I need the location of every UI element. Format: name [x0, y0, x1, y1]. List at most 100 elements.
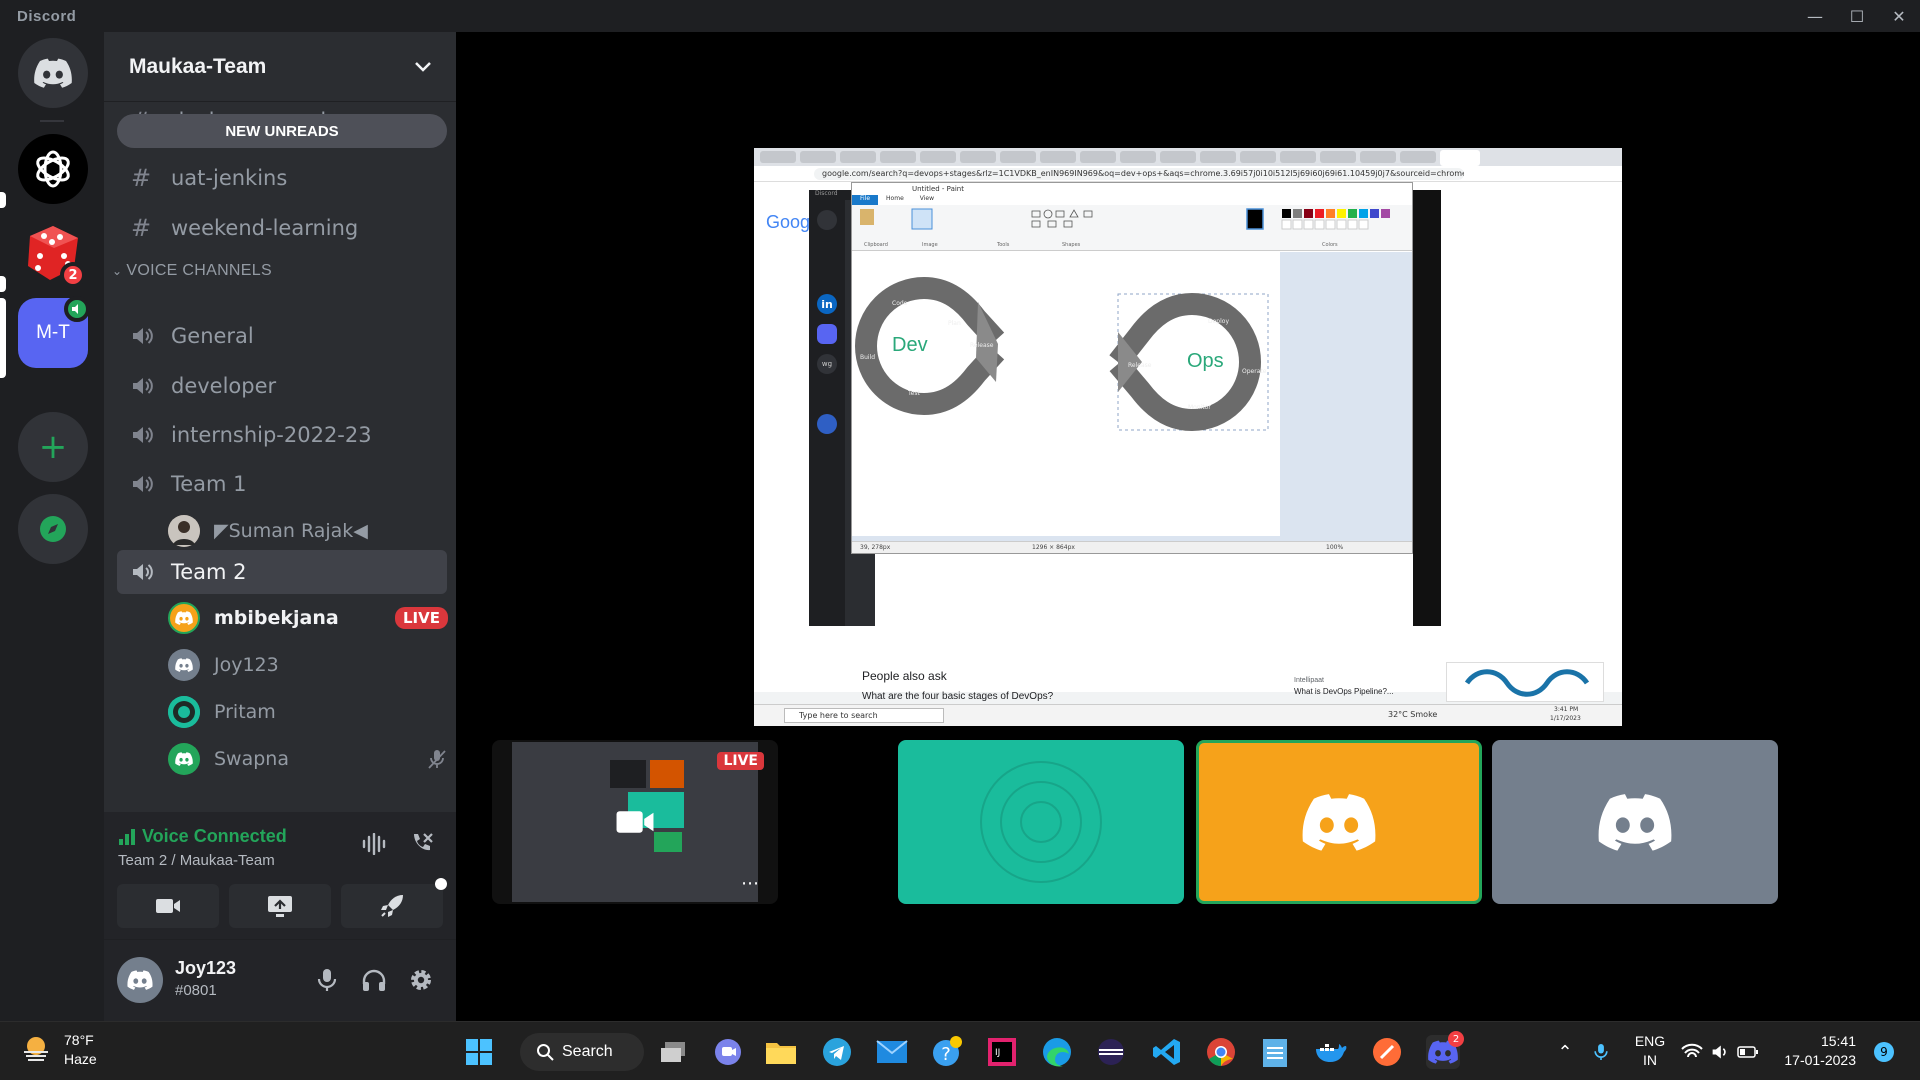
- add-server-button[interactable]: +: [18, 412, 88, 482]
- tile-joy123[interactable]: [1492, 740, 1778, 904]
- notepad-button[interactable]: [1258, 1035, 1292, 1069]
- nested-date: 1/17/2023: [1550, 715, 1581, 722]
- voice-user-suman[interactable]: ◤Suman Rajak◀: [168, 511, 448, 551]
- paint-window: Untitled - Paint File Home View Clipboar…: [851, 182, 1413, 554]
- ribbon-group-clipboard: Clipboard: [864, 242, 888, 248]
- nested-taskbar: Type here to search 32°C Smoke 3:41 PM 1…: [754, 704, 1622, 726]
- chrome-button[interactable]: [1204, 1035, 1238, 1069]
- hash-icon: #: [131, 164, 152, 192]
- speaker-icon: [131, 375, 155, 397]
- screen-share-button[interactable]: [229, 884, 331, 928]
- close-icon[interactable]: ✕: [1878, 0, 1920, 32]
- guild-maukaa-team[interactable]: M-T: [18, 296, 90, 368]
- stream-stage: google.com/search?q=devops+stages&rlz=1C…: [456, 32, 1920, 1021]
- avatar[interactable]: [117, 957, 163, 1003]
- browser-tabstrip: [754, 148, 1622, 166]
- edge-button[interactable]: [1040, 1035, 1074, 1069]
- intellij-button[interactable]: IJ: [985, 1035, 1019, 1069]
- language-indicator[interactable]: ENG: [1630, 1033, 1670, 1049]
- voice-channel-internship[interactable]: internship-2022-23: [117, 413, 447, 457]
- gear-icon: [411, 970, 431, 990]
- deafen-button[interactable]: [358, 964, 390, 996]
- phone-hangup-icon: [414, 833, 433, 851]
- more-options-icon[interactable]: ⋯: [741, 873, 760, 894]
- notification-count[interactable]: 9: [1874, 1042, 1894, 1062]
- telegram-button[interactable]: [820, 1035, 854, 1069]
- server-header[interactable]: Maukaa-Team: [104, 32, 456, 102]
- mail-button[interactable]: [875, 1035, 909, 1069]
- tile-speaking-user[interactable]: [1196, 740, 1482, 904]
- task-view-button[interactable]: [656, 1035, 690, 1069]
- postman-button[interactable]: [1370, 1035, 1404, 1069]
- dev-stage-build: Build: [860, 354, 876, 361]
- voice-channel-general[interactable]: General: [117, 314, 447, 358]
- ribbon-group-tools: Tools: [997, 242, 1010, 248]
- voice-channel-developer[interactable]: developer: [117, 364, 447, 408]
- ops-stage-operate: Operate: [1242, 368, 1267, 375]
- voice-user-pritam[interactable]: Pritam: [168, 692, 448, 732]
- activities-button[interactable]: [341, 878, 447, 928]
- status-zoom: 100%: [1326, 544, 1344, 551]
- server-abbrev: M-T: [36, 322, 70, 343]
- side-result-source: Intellipaat: [1294, 677, 1324, 684]
- screen-share-view[interactable]: google.com/search?q=devops+stages&rlz=1C…: [754, 148, 1622, 726]
- taskbar-search[interactable]: Search: [520, 1033, 644, 1071]
- quick-settings[interactable]: [1680, 1035, 1760, 1069]
- search-label: Search: [562, 1043, 613, 1060]
- channel-weekend-learning[interactable]: # weekend-learning: [117, 206, 447, 250]
- server-list: 2 M-T +: [0, 32, 104, 1021]
- user-settings-button[interactable]: [405, 964, 437, 996]
- channel-label: uat-jenkins: [171, 166, 288, 190]
- new-unreads-bar[interactable]: NEW UNREADS: [117, 114, 447, 148]
- voice-user-joy123[interactable]: Joy123: [168, 645, 448, 685]
- file-explorer-button[interactable]: [764, 1035, 798, 1069]
- voice-connected-status[interactable]: Voice Connected: [118, 826, 287, 847]
- mute-button[interactable]: [311, 964, 343, 996]
- guild-openai[interactable]: [18, 134, 88, 204]
- start-button[interactable]: [462, 1035, 496, 1069]
- black-window-edge: [1413, 190, 1441, 626]
- explore-servers-button[interactable]: [18, 494, 88, 564]
- discord-logo-icon: [34, 58, 72, 88]
- windows-taskbar: 78°F Haze Search ? IJ 2 ⌃ ENG IN 15:41 1…: [0, 1021, 1920, 1080]
- dev-stage-code: Code: [892, 300, 908, 307]
- clock-time[interactable]: 15:41: [1776, 1033, 1856, 1049]
- show-hidden-icons[interactable]: ⌃: [1548, 1035, 1582, 1069]
- home-button[interactable]: [18, 38, 88, 108]
- eclipse-button[interactable]: [1094, 1035, 1128, 1069]
- video-camera-icon: [616, 811, 654, 833]
- camera-button[interactable]: [117, 884, 219, 928]
- voice-user-mbibekjana[interactable]: mbibekjana LIVE: [168, 598, 448, 638]
- get-help-button[interactable]: ?: [930, 1035, 964, 1069]
- weather-widget[interactable]: [20, 1032, 52, 1068]
- voice-channels-category[interactable]: ⌄ VOICE CHANNELS: [112, 262, 272, 280]
- voice-user-swapna[interactable]: Swapna: [168, 739, 448, 779]
- nested-guild-wg: wg: [817, 354, 837, 374]
- voice-channel-team-1[interactable]: Team 1: [117, 462, 447, 506]
- minimize-icon[interactable]: —: [1794, 0, 1836, 32]
- tile-mbibekjana-stream[interactable]: LIVE ⋯: [492, 740, 778, 904]
- user-discriminator: #0801: [175, 982, 217, 999]
- dev-stage-release: Release: [970, 342, 994, 349]
- guild-dice[interactable]: 2: [18, 218, 88, 288]
- teams-chat-button[interactable]: [711, 1035, 745, 1069]
- vscode-button[interactable]: [1150, 1035, 1184, 1069]
- disconnect-button[interactable]: [406, 828, 438, 860]
- microphone-icon: [1594, 1044, 1608, 1060]
- mic-tray-button[interactable]: [1584, 1035, 1618, 1069]
- tile-pritam[interactable]: [898, 740, 1184, 904]
- category-label: VOICE CHANNELS: [126, 262, 272, 279]
- noise-suppression-button[interactable]: [358, 828, 390, 860]
- paint-canvas[interactable]: Dev Ops Code Plan Build Test Release Dep…: [852, 252, 1280, 536]
- channel-uat-jenkins[interactable]: # uat-jenkins: [117, 156, 447, 200]
- edge-icon: [1043, 1038, 1071, 1067]
- discord-logo-icon: [1302, 794, 1376, 851]
- voice-channel-team-2[interactable]: Team 2: [117, 550, 447, 594]
- telegram-icon: [823, 1038, 851, 1066]
- voice-location[interactable]: Team 2 / Maukaa-Team: [118, 852, 275, 869]
- maximize-icon[interactable]: ☐: [1836, 0, 1878, 32]
- mic-muted-icon: [428, 750, 446, 769]
- discord-taskbar-button[interactable]: 2: [1426, 1031, 1464, 1069]
- clock-date: 17-01-2023: [1784, 1052, 1856, 1068]
- docker-button[interactable]: [1314, 1035, 1348, 1069]
